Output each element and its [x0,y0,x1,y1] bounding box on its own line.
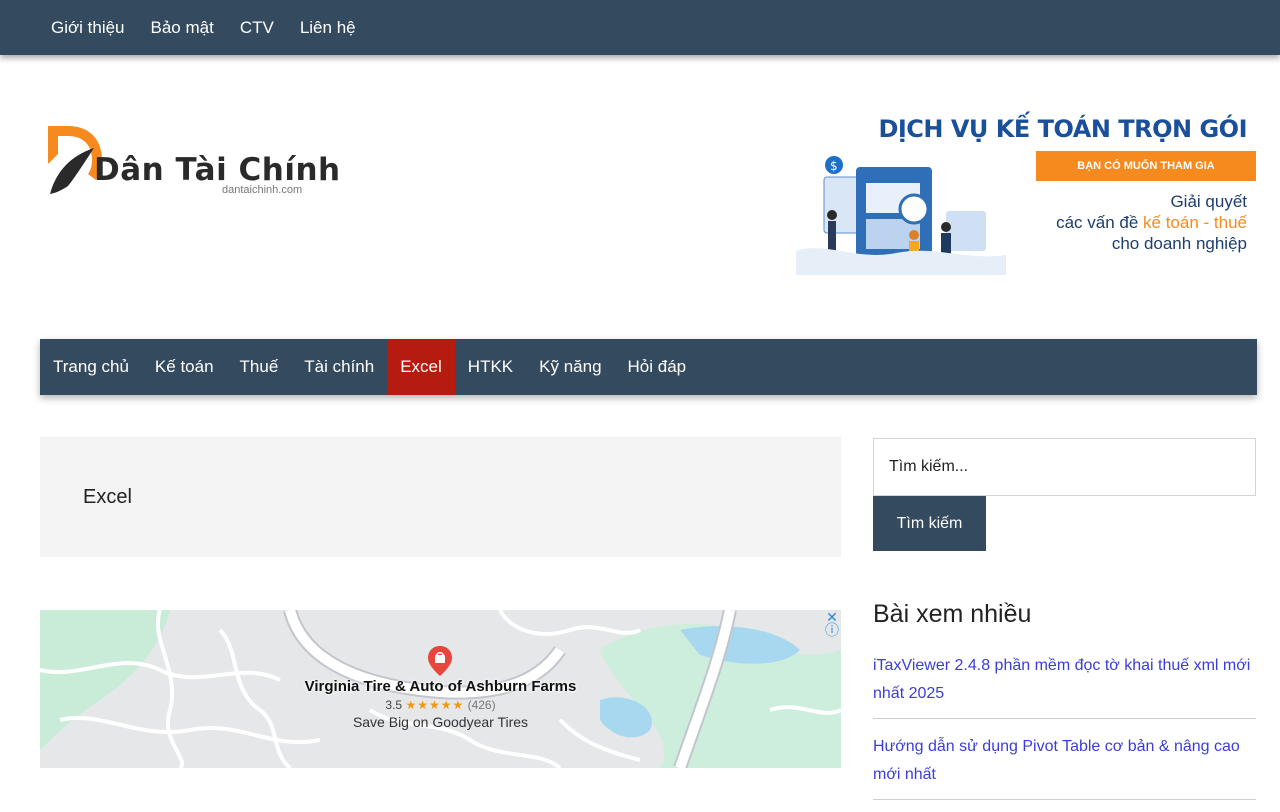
top-bar: Giới thiệu Bảo mật CTV Liên hệ [0,0,1280,55]
ad-rating-stars-icon: ★★★★★ [405,698,465,712]
nav-thue[interactable]: Thuế [227,339,292,395]
ad-place-name: Virginia Tire & Auto of Ashburn Farms [304,678,577,695]
search-input[interactable] [873,438,1256,496]
banner-line-2: các vấn đề kế toán - thuế [1056,212,1247,233]
popular-posts-title: Bài xem nhiều [873,600,1032,628]
list-item: iTaxViewer 2.4.8 phần mềm đọc tờ khai th… [873,650,1256,719]
ad-rating: 3.5 ★★★★★ (426) [40,698,841,712]
ad-info-icon[interactable]: ⓘ [825,623,839,637]
site-logo[interactable]: Dân Tài Chính dantaichinh.com [46,124,340,200]
banner-title: DỊCH VỤ KẾ TOÁN TRỌN GÓI [878,115,1247,143]
banner-text: Giải quyết các vấn đề kế toán - thuế cho… [1056,191,1247,254]
archive-header: Excel [40,437,841,557]
ad-place: Virginia Tire & Auto of Ashburn Farms 3.… [40,678,841,730]
nav-hoi-dap[interactable]: Hỏi đáp [615,339,700,395]
ad-subtitle: Save Big on Goodyear Tires [352,714,529,730]
ad-rating-value: 3.5 [385,698,403,712]
nav-htkk[interactable]: HTKK [455,339,526,395]
page-title: Excel [83,486,132,508]
map-ad[interactable]: Virginia Tire & Auto of Ashburn Farms 3.… [40,610,841,768]
nav-ke-toan[interactable]: Kế toán [142,339,227,395]
top-menu: Giới thiệu Bảo mật CTV Liên hệ [38,0,369,55]
nav-tai-chinh[interactable]: Tài chính [291,339,387,395]
ad-review-count: (426) [467,698,496,712]
popular-posts-list: iTaxViewer 2.4.8 phần mềm đọc tờ khai th… [873,650,1256,812]
list-item: Hướng dẫn sử dụng Pivot Table cơ bản & n… [873,731,1256,800]
search-button[interactable]: Tìm kiếm [873,496,986,551]
popular-post-link[interactable]: Hướng dẫn sử dụng Pivot Table cơ bản & n… [873,738,1240,783]
banner-line-2-prefix: các vấn đề [1056,213,1144,232]
banner-line-1: Giải quyết [1170,192,1247,211]
nav-excel[interactable]: Excel [387,339,455,395]
map-pin-icon [428,646,452,676]
svg-text:$: $ [830,159,838,173]
top-menu-lien-he[interactable]: Liên hệ [287,18,369,38]
top-menu-bao-mat[interactable]: Bảo mật [138,18,227,38]
top-menu-ctv[interactable]: CTV [227,18,287,38]
banner-line-2-highlight: kế toán - thuế [1143,213,1247,232]
logo-text: Dân Tài Chính [94,152,341,188]
banner-line-3: cho doanh nghiệp [1111,234,1247,253]
main-nav: Trang chủ Kế toán Thuế Tài chính Excel H… [40,339,1257,395]
logo-domain: dantaichinh.com [222,184,303,196]
banner-pill: BẠN CÓ MUỐN THAM GIA [1036,151,1256,181]
popular-post-link[interactable]: iTaxViewer 2.4.8 phần mềm đọc tờ khai th… [873,657,1250,702]
top-menu-gioi-thieu[interactable]: Giới thiệu [38,18,138,38]
ad-controls: ✕ ⓘ [825,610,839,637]
header-banner-ad[interactable]: $ DỊCH VỤ KẾ TOÁN TRỌN GÓI BẠN CÓ MUỐN T… [796,111,1257,275]
nav-trang-chu[interactable]: Trang chủ [40,339,142,395]
nav-ky-nang[interactable]: Kỹ năng [526,339,614,395]
